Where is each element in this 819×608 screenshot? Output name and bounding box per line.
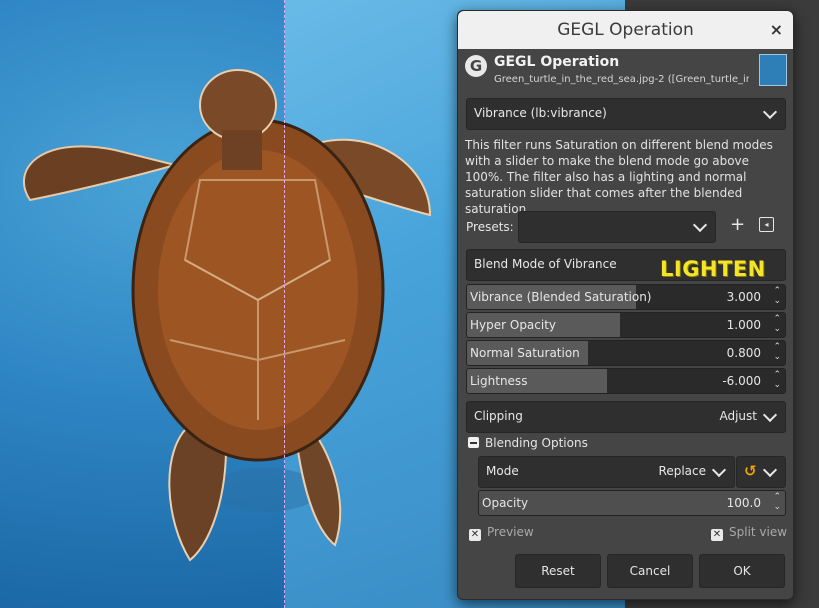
blend-mode-label: Blend Mode of Vibrance (474, 257, 617, 271)
header-title: GEGL Operation (494, 54, 620, 70)
slider-label: Vibrance (Blended Saturation) (470, 290, 652, 304)
gegl-logo-icon: G (465, 55, 487, 77)
filter-description: This filter runs Saturation on different… (465, 138, 773, 216)
mode-label: Mode (486, 464, 519, 478)
chevron-down-icon (762, 104, 778, 120)
reset-button[interactable]: Reset (515, 554, 601, 588)
mode-value: Replace (658, 464, 706, 478)
mode-select[interactable]: Mode Replace (478, 456, 735, 488)
composite-mode-button[interactable]: ↺ (736, 456, 786, 488)
slider-label: Normal Saturation (470, 346, 580, 360)
ok-button[interactable]: OK (699, 554, 785, 588)
slider-value: -6.000 (722, 374, 761, 388)
clipping-label: Clipping (474, 409, 523, 423)
add-icon[interactable]: + (730, 214, 745, 235)
clipping-value: Adjust (719, 409, 757, 423)
blending-options-header[interactable]: Blending Options (468, 436, 588, 450)
spin-arrows-icon[interactable]: ⌃ ⌄ (773, 342, 781, 362)
chevron-down-icon (762, 407, 778, 423)
spin-arrows-icon[interactable]: ⌃ ⌄ (773, 286, 781, 306)
chevron-down-icon (692, 217, 708, 233)
presets-select[interactable] (518, 211, 716, 243)
slider-label: Hyper Opacity (470, 318, 557, 332)
split-view-toggle[interactable]: ✕ Split view (711, 525, 788, 541)
close-icon[interactable]: × (770, 20, 783, 39)
slider-value: 1.000 (726, 318, 761, 332)
header-subtitle: Green_turtle_in_the_red_sea.jpg-2 ([Gree… (494, 74, 749, 85)
split-view-label: Split view (729, 525, 788, 539)
opacity-label: Opacity (482, 496, 529, 510)
collapse-icon[interactable] (468, 437, 479, 448)
slider-value: 3.000 (726, 290, 761, 304)
presets-label: Presets: (466, 220, 514, 234)
spin-arrows-icon[interactable]: ⌃ ⌄ (773, 492, 781, 512)
split-view-guide[interactable] (284, 0, 285, 608)
cancel-button[interactable]: Cancel (607, 554, 693, 588)
spin-arrows-icon[interactable]: ⌃ ⌄ (773, 370, 781, 390)
slider-vibrance[interactable]: Vibrance (Blended Saturation) 3.000 ⌃ ⌄ (466, 284, 786, 310)
operation-select[interactable]: Vibrance (lb:vibrance) (466, 98, 786, 130)
operation-select-label: Vibrance (lb:vibrance) (474, 106, 607, 120)
title-bar[interactable]: GEGL Operation × (458, 11, 793, 49)
opacity-slider[interactable]: Opacity 100.0 ⌃ ⌄ (478, 490, 786, 516)
clipping-select[interactable]: Clipping Adjust (466, 401, 786, 433)
spin-arrows-icon[interactable]: ⌃ ⌄ (773, 314, 781, 334)
chevron-down-icon (711, 462, 727, 478)
chevron-down-icon (762, 462, 778, 478)
preview-label: Preview (487, 525, 534, 539)
window-title: GEGL Operation (557, 20, 694, 40)
checkbox-icon[interactable]: ✕ (711, 529, 723, 541)
gegl-operation-dialog: GEGL Operation × G GEGL Operation Green_… (457, 10, 794, 600)
blend-mode-value: LIGHTEN (660, 257, 766, 281)
reset-composite-icon: ↺ (744, 462, 757, 480)
slider-value: 0.800 (726, 346, 761, 360)
image-thumbnail (759, 54, 787, 86)
slider-label: Lightness (470, 374, 528, 388)
slider-normal-saturation[interactable]: Normal Saturation 0.800 ⌃ ⌄ (466, 340, 786, 366)
save-preset-icon[interactable]: ◂ (759, 217, 774, 232)
checkbox-icon[interactable]: ✕ (469, 529, 481, 541)
opacity-value: 100.0 (726, 496, 761, 510)
slider-lightness[interactable]: Lightness -6.000 ⌃ ⌄ (466, 368, 786, 394)
preview-toggle[interactable]: ✕ Preview (469, 525, 534, 541)
blending-options-label: Blending Options (485, 436, 588, 450)
slider-hyper-opacity[interactable]: Hyper Opacity 1.000 ⌃ ⌄ (466, 312, 786, 338)
